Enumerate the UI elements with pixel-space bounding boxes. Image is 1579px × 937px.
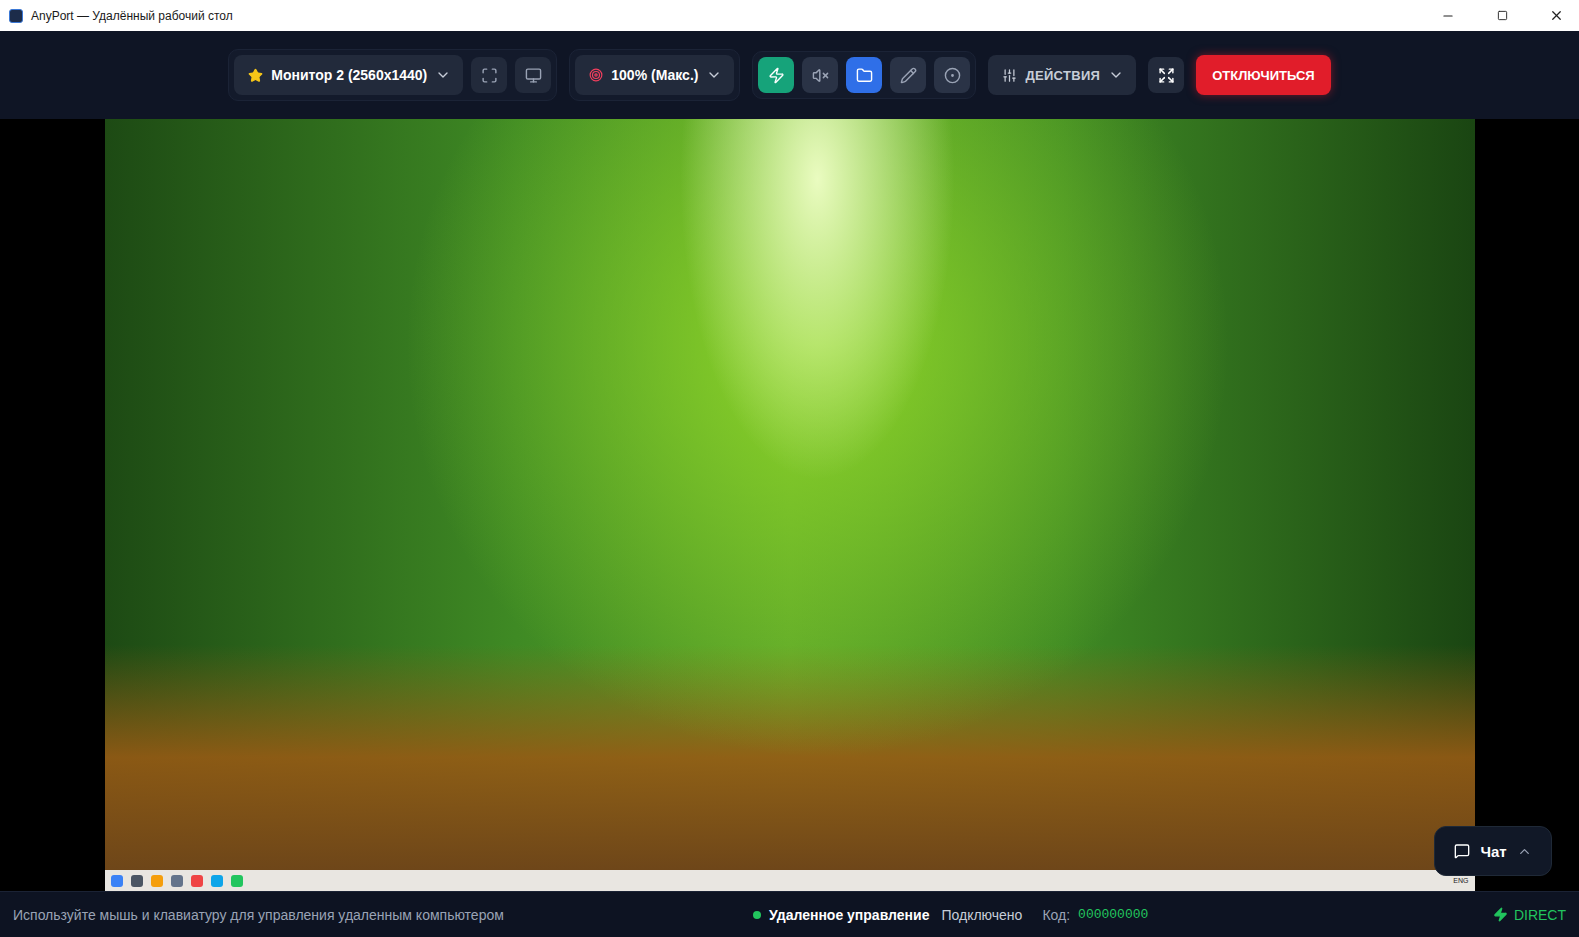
explorer-icon[interactable] — [131, 875, 143, 887]
app-logo-icon — [9, 9, 23, 23]
files-icon — [856, 67, 873, 84]
chevron-icon — [706, 67, 722, 83]
star-icon — [248, 68, 263, 83]
app-icon[interactable] — [171, 875, 183, 887]
monitor-button[interactable] — [515, 57, 551, 93]
target-icon — [589, 68, 603, 82]
remote-area[interactable]: ENG — [0, 119, 1579, 891]
remote-screen[interactable]: ENG — [105, 119, 1475, 891]
minimize-button[interactable] — [1425, 0, 1471, 31]
remote-taskbar[interactable]: ENG — [105, 870, 1475, 891]
chat-button[interactable]: Чат — [1434, 826, 1552, 876]
yandex-icon[interactable] — [191, 875, 203, 887]
chevron-icon — [435, 67, 451, 83]
fullscreen-button[interactable] — [1148, 57, 1184, 93]
sliders-icon — [1002, 68, 1017, 83]
toolbar: Монитор 2 (2560x1440) 100% (Макс.) ДЕЙСТВИ… — [0, 31, 1579, 119]
monitor-dropdown[interactable]: Монитор 2 (2560x1440) — [234, 55, 463, 95]
firefox-icon[interactable] — [151, 875, 163, 887]
fullscreen-icon — [1158, 67, 1175, 84]
status-dot — [753, 911, 761, 919]
status-hint: Используйте мышь и клавиатуру для управл… — [13, 907, 753, 923]
disconnect-button[interactable]: ОТКЛЮЧИТЬСЯ — [1196, 55, 1331, 95]
lightning-icon — [1493, 907, 1508, 922]
title-bar: AnyPort — Удалённый рабочий стол — [0, 0, 1579, 31]
performance-toggle[interactable] — [758, 57, 794, 93]
maximize-icon — [1497, 10, 1508, 21]
chrome-icon[interactable] — [231, 875, 243, 887]
record-toggle[interactable] — [934, 57, 970, 93]
fit-screen-icon — [481, 67, 498, 84]
edge-icon[interactable] — [211, 875, 223, 887]
sound-toggle[interactable] — [802, 57, 838, 93]
files-toggle[interactable] — [846, 57, 882, 93]
app-window: AnyPort — Удалённый рабочий стол Монитор … — [0, 0, 1579, 937]
draw-toggle[interactable] — [890, 57, 926, 93]
chevron-icon — [1108, 67, 1124, 83]
connection-status: Удаленное управлениеПодключеноКод:000000… — [753, 907, 1493, 923]
actions-dropdown[interactable]: ДЕЙСТВИЯ — [988, 55, 1136, 95]
minimize-icon — [1441, 9, 1455, 23]
session-code: 000000000 — [1078, 907, 1148, 922]
status-bar: Используйте мышь и клавиатуру для управл… — [0, 891, 1579, 937]
desktop-wallpaper — [105, 119, 1475, 870]
quality-dropdown[interactable]: 100% (Макс.) — [575, 55, 734, 95]
draw-icon — [900, 67, 917, 84]
monitor-icon — [525, 67, 542, 84]
chat-icon — [1454, 843, 1470, 859]
close-icon — [1549, 8, 1564, 23]
toggle-group — [752, 51, 976, 99]
connection-type: DIRECT — [1493, 907, 1566, 923]
sound-icon — [812, 67, 829, 84]
monitor-group: Монитор 2 (2560x1440) — [228, 49, 557, 101]
language-indicator[interactable]: ENG — [1453, 877, 1468, 884]
start-icon[interactable] — [111, 875, 123, 887]
window-title: AnyPort — Удалённый рабочий стол — [31, 9, 1417, 23]
quality-group: 100% (Макс.) — [569, 49, 740, 101]
performance-icon — [768, 67, 785, 84]
maximize-button[interactable] — [1479, 0, 1525, 31]
close-button[interactable] — [1533, 0, 1579, 31]
record-icon — [944, 67, 961, 84]
fit-screen-button[interactable] — [471, 57, 507, 93]
chevron-icon — [1517, 844, 1532, 859]
